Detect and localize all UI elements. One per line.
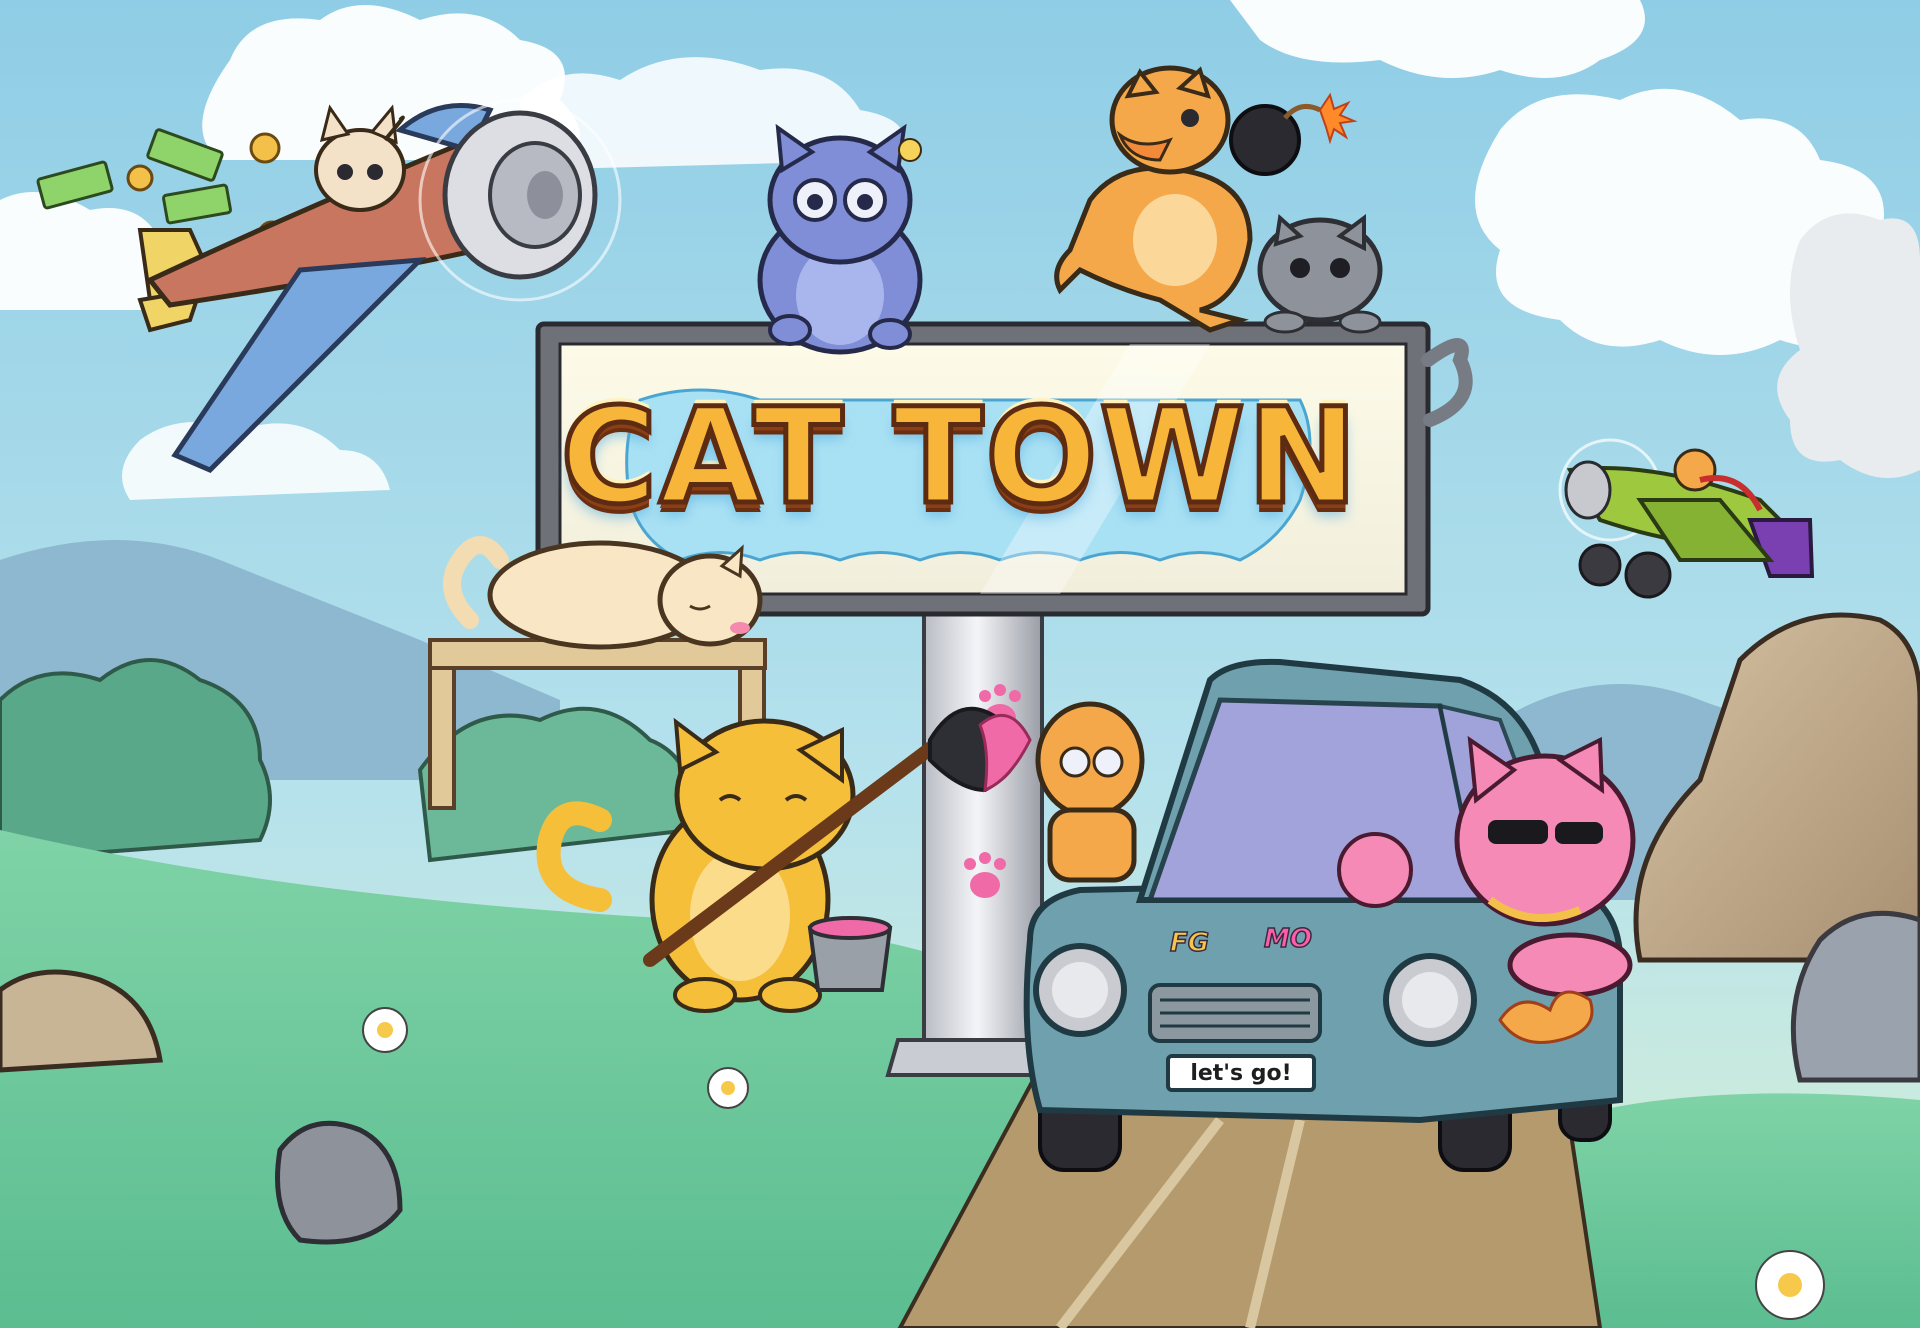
blue-cat-with-glasses [757,123,923,355]
title-banner [625,388,1312,562]
grey-cat-peeking [1257,214,1383,334]
sunglasses-icon [1488,820,1548,844]
paint-bucket [807,916,893,992]
scene-illustration [0,0,1920,1328]
daisy-icon [707,1067,749,1109]
curly-cat-behind-pole [1035,701,1145,883]
license-plate [1166,1054,1316,1092]
daisy-icon [362,1007,408,1053]
billboard-pole [922,598,1044,1042]
daisy-icon [1755,1250,1825,1320]
game-scene: CAT TOWN let's go! FG MO [0,0,1920,1328]
